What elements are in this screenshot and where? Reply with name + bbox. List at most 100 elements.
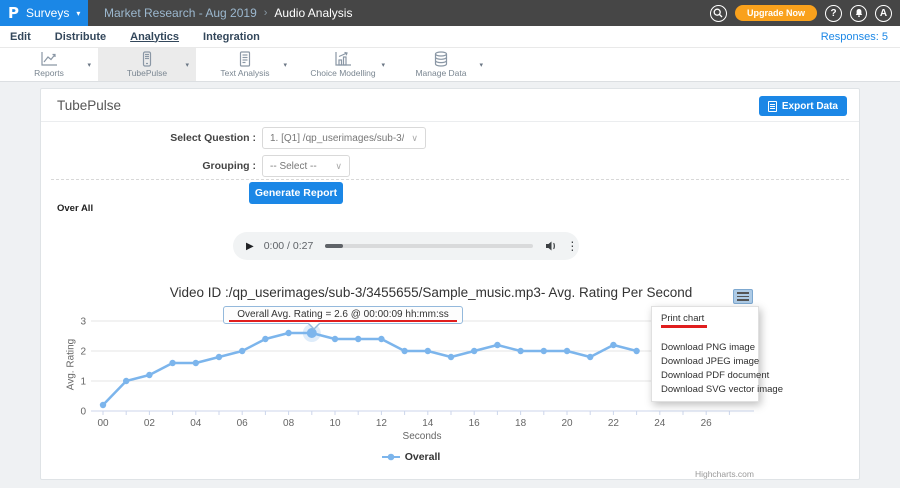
nav-item-edit[interactable]: Edit [10, 31, 31, 43]
document-text-icon [237, 51, 253, 67]
data-point[interactable] [448, 354, 454, 360]
grouping-dropdown[interactable]: -- Select -- ∨ [262, 155, 350, 177]
avatar[interactable]: A [875, 5, 892, 22]
chevron-down-icon[interactable]: ▾ [283, 61, 287, 69]
data-point[interactable] [355, 336, 361, 342]
x-tick-label: 12 [376, 418, 388, 429]
player-time: 0:00 / 0:27 [264, 240, 314, 252]
data-point[interactable] [193, 360, 199, 366]
play-button[interactable]: ▶ [246, 241, 254, 252]
x-tick-label: 18 [515, 418, 527, 429]
data-point[interactable] [401, 348, 407, 354]
chevron-down-icon: ∨ [411, 133, 418, 144]
y-tick-label: 0 [80, 407, 86, 418]
data-point[interactable] [378, 336, 384, 342]
data-point[interactable] [517, 348, 523, 354]
data-point[interactable] [425, 348, 431, 354]
nav-item-analytics[interactable]: Analytics [130, 31, 179, 43]
data-point[interactable] [100, 402, 106, 408]
audio-player: ▶ 0:00 / 0:27 ⋮ [233, 232, 579, 260]
notifications-bell-icon[interactable] [850, 5, 867, 22]
surveys-product-menu[interactable]: P Surveys ▾ [0, 0, 88, 26]
menu-item-download-pdf[interactable]: Download PDF document [652, 368, 758, 382]
volume-icon[interactable] [545, 240, 558, 252]
data-point[interactable] [262, 336, 268, 342]
player-progress [325, 244, 343, 248]
select-question-label: Select Question : [41, 132, 256, 144]
export-data-label: Export Data [782, 101, 838, 112]
x-tick-label: 14 [422, 418, 434, 429]
toolbar-item-tubepulse[interactable]: TubePulse ▾ [98, 48, 196, 81]
tubepulse-panel: TubePulse Export Data Select Question : … [40, 88, 860, 480]
data-point[interactable] [216, 354, 222, 360]
select-question-value: 1. [Q1] /qp_userimages/sub-3/3455655/S..… [270, 133, 404, 144]
export-data-button[interactable]: Export Data [759, 96, 847, 116]
menu-item-print-chart[interactable]: Print chart [652, 311, 758, 328]
nav-item-distribute[interactable]: Distribute [55, 31, 106, 43]
chevron-down-icon[interactable]: ▾ [87, 61, 91, 69]
toolbar-item-manage-data[interactable]: Manage Data ▾ [392, 48, 490, 81]
data-point[interactable] [494, 342, 500, 348]
data-point[interactable] [541, 348, 547, 354]
x-tick-label: 24 [654, 418, 666, 429]
chevron-down-icon[interactable]: ▾ [381, 61, 385, 69]
chevron-down-icon[interactable]: ▾ [185, 61, 189, 69]
player-seek-bar[interactable] [325, 244, 533, 248]
generate-report-button[interactable]: Generate Report [249, 182, 343, 204]
toolbar-item-label: Reports [34, 68, 64, 78]
data-point[interactable] [123, 378, 129, 384]
data-point[interactable] [610, 342, 616, 348]
player-menu-kebab-icon[interactable]: ⋮ [566, 239, 578, 253]
over-all-label: Over All [57, 203, 93, 214]
menu-item-download-svg[interactable]: Download SVG vector image [652, 382, 758, 396]
data-point[interactable] [239, 348, 245, 354]
toolbar-item-text-analysis[interactable]: Text Analysis ▾ [196, 48, 294, 81]
database-icon [433, 51, 449, 67]
breadcrumb-page-name: Audio Analysis [274, 6, 352, 20]
help-icon[interactable]: ? [825, 5, 842, 22]
search-icon[interactable] [710, 5, 727, 22]
red-annotation-underline [661, 325, 707, 328]
nav-item-integration[interactable]: Integration [203, 31, 260, 43]
highcharts-credit[interactable]: Highcharts.com [695, 469, 754, 479]
data-point[interactable] [633, 348, 639, 354]
chart-export-menu: Print chart Download PNG image Download … [651, 306, 759, 402]
data-point[interactable] [471, 348, 477, 354]
breadcrumb-survey-name[interactable]: Market Research - Aug 2019 [104, 6, 257, 20]
chart-context-menu-button[interactable] [733, 289, 753, 304]
menu-item-download-png[interactable]: Download PNG image [652, 340, 758, 354]
menu-item-download-jpeg[interactable]: Download JPEG image [652, 354, 758, 368]
x-axis-title: Seconds [61, 431, 783, 442]
toolbar-item-label: Text Analysis [220, 68, 269, 78]
data-point[interactable] [285, 330, 291, 336]
export-file-icon [768, 101, 777, 112]
x-tick-label: 02 [144, 418, 156, 429]
chart-legend[interactable]: Overall [61, 451, 761, 463]
chevron-down-icon: ▾ [76, 9, 80, 18]
select-question-dropdown[interactable]: 1. [Q1] /qp_userimages/sub-3/3455655/S..… [262, 127, 426, 149]
data-point[interactable] [146, 372, 152, 378]
tube-device-icon [139, 51, 155, 67]
toolbar-item-label: Manage Data [415, 68, 466, 78]
toolbar-item-choice-modelling[interactable]: Choice Modelling ▾ [294, 48, 392, 81]
x-tick-label: 26 [701, 418, 713, 429]
toolbar-item-reports[interactable]: Reports ▾ [0, 48, 98, 81]
data-point[interactable] [587, 354, 593, 360]
x-tick-label: 16 [469, 418, 481, 429]
chevron-down-icon[interactable]: ▾ [479, 61, 483, 69]
upgrade-now-button[interactable]: Upgrade Now [735, 5, 817, 21]
chart-tooltip-text: Overall Avg. Rating = 2.6 @ 00:00:09 hh:… [237, 309, 448, 320]
x-tick-label: 06 [237, 418, 249, 429]
data-point[interactable] [564, 348, 570, 354]
x-tick-label: 08 [283, 418, 295, 429]
x-tick-label: 20 [561, 418, 573, 429]
grouping-label: Grouping : [41, 160, 256, 172]
y-axis-title: Avg. Rating [66, 335, 77, 395]
data-point[interactable] [169, 360, 175, 366]
responses-count[interactable]: Responses: 5 [821, 31, 888, 43]
y-tick-label: 2 [80, 347, 86, 358]
data-point[interactable] [332, 336, 338, 342]
toolbar-item-label: Choice Modelling [310, 68, 375, 78]
analytics-toolbar: Reports ▾ TubePulse ▾ Text Analysis ▾ [0, 48, 900, 82]
line-chart-icon [40, 51, 58, 67]
